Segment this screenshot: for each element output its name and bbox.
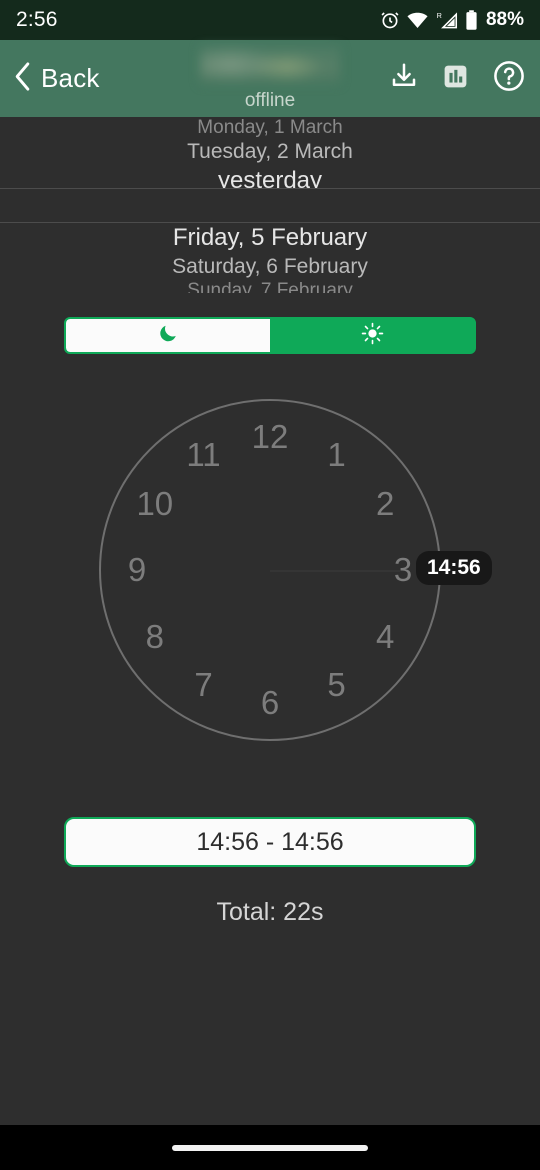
- back-label: Back: [41, 63, 100, 93]
- status-bar-clock: 2:56: [16, 8, 58, 31]
- battery-icon: [465, 9, 478, 31]
- battery-percent-label: 88%: [485, 9, 524, 30]
- roaming-signal-icon: R: [435, 11, 458, 30]
- back-button[interactable]: Back: [12, 61, 100, 97]
- home-indicator[interactable]: [172, 1144, 368, 1151]
- clock-number-9[interactable]: 9: [128, 551, 146, 589]
- connection-status-label: offline: [244, 89, 296, 111]
- selected-time-badge: 14:56: [416, 551, 492, 585]
- toggle-option-night[interactable]: [66, 319, 270, 352]
- help-circle-icon[interactable]: [492, 59, 526, 98]
- clock-number-6[interactable]: 6: [261, 684, 279, 722]
- clock-number-5[interactable]: 5: [327, 666, 345, 704]
- total-duration-label: Total: 22s: [216, 898, 324, 926]
- date-wheel-lower[interactable]: Friday, 5 February Saturday, 6 February …: [0, 222, 540, 293]
- bar-chart-icon[interactable]: [441, 62, 470, 96]
- app-bar: Back offline: [0, 40, 540, 117]
- time-range-value: 14:56 - 14:56: [196, 827, 344, 856]
- date-picker[interactable]: Monday, 1 March Tuesday, 2 March yesterd…: [0, 117, 540, 293]
- clock-number-10[interactable]: 10: [136, 485, 173, 523]
- sun-icon: [361, 322, 384, 350]
- clock-number-7[interactable]: 7: [194, 666, 212, 704]
- wifi-icon: [407, 12, 428, 29]
- clock-number-1[interactable]: 1: [327, 436, 345, 474]
- toggle-option-day[interactable]: [270, 319, 474, 352]
- clock-number-11[interactable]: 11: [186, 436, 220, 474]
- download-icon[interactable]: [389, 61, 419, 96]
- system-navigation-bar: [0, 1125, 540, 1170]
- svg-text:R: R: [437, 12, 442, 19]
- clock-hand: [270, 570, 400, 572]
- chevron-left-icon: [12, 61, 32, 97]
- moon-icon: [157, 322, 179, 349]
- date-wheel-item[interactable]: Tuesday, 2 March: [0, 139, 540, 165]
- date-wheel-item[interactable]: Sunday, 7 February: [0, 280, 540, 293]
- clock-number-8[interactable]: 8: [146, 618, 164, 656]
- alarm-icon: [380, 10, 400, 30]
- clock-number-2[interactable]: 2: [376, 485, 394, 523]
- clock-picker[interactable]: 1 2 3 4 5 6 7 8 9 10 11 12: [99, 399, 441, 741]
- time-range-field[interactable]: 14:56 - 14:56: [64, 817, 476, 867]
- clock-number-4[interactable]: 4: [376, 618, 394, 656]
- date-wheel-item[interactable]: Saturday, 6 February: [0, 254, 540, 280]
- day-night-toggle[interactable]: [64, 317, 476, 354]
- date-picker-divider-top: [0, 188, 540, 189]
- date-wheel-selected-item[interactable]: Friday, 5 February: [0, 222, 540, 254]
- clock-number-3[interactable]: 3: [394, 551, 412, 589]
- date-wheel-upper[interactable]: Monday, 1 March Tuesday, 2 March yesterd…: [0, 117, 540, 188]
- date-wheel-selected-item[interactable]: yesterday: [0, 165, 540, 188]
- app-bar-actions: [389, 59, 526, 98]
- status-bar: 2:56 R 88%: [0, 0, 540, 40]
- status-bar-icons: R 88%: [380, 9, 524, 31]
- app-title-redacted: [200, 45, 340, 84]
- clock-number-12[interactable]: 12: [252, 418, 289, 456]
- app-screen: 2:56 R 88% Back offline Monday, 1 March …: [0, 0, 540, 1170]
- date-wheel-item[interactable]: Monday, 1 March: [0, 117, 540, 139]
